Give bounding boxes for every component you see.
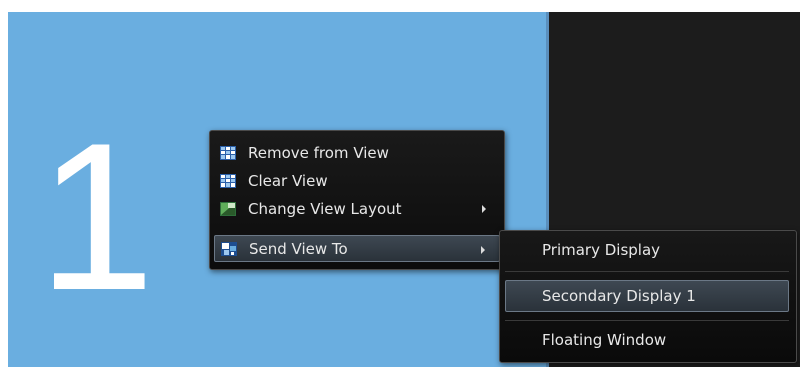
submenu-item-label: Secondary Display 1 [542,287,696,305]
context-menu: Remove from View Clear View Change View … [209,130,505,270]
menu-item-label: Send View To [249,239,348,258]
menu-separator [505,271,789,272]
send-view-to-submenu: Primary Display Secondary Display 1 Floa… [499,230,797,363]
menu-item-label: Clear View [248,171,328,190]
submenu-item-secondary-display-1[interactable]: Secondary Display 1 [505,280,789,312]
submenu-arrow-icon [481,246,485,254]
menu-separator [505,320,789,321]
screenshot-frame: 1 Remove from View Clear View Change Vie… [0,0,800,367]
remove-from-view-icon [220,145,236,160]
submenu-item-label: Primary Display [542,241,661,259]
change-layout-icon [220,201,236,216]
menu-item-clear-view[interactable]: Clear View [214,167,500,194]
menu-item-send-view-to[interactable]: Send View To [214,235,500,262]
menu-item-remove-from-view[interactable]: Remove from View [214,139,500,166]
submenu-item-floating-window[interactable]: Floating Window [505,324,789,356]
submenu-item-label: Floating Window [542,331,667,349]
send-view-icon [221,241,237,256]
clear-view-icon [220,173,236,188]
view-number: 1 [38,99,155,334]
submenu-item-primary-display[interactable]: Primary Display [505,234,789,266]
submenu-arrow-icon [482,205,486,213]
menu-item-label: Remove from View [248,143,389,162]
menu-item-label: Change View Layout [248,199,402,218]
menu-item-change-view-layout[interactable]: Change View Layout [214,195,500,222]
